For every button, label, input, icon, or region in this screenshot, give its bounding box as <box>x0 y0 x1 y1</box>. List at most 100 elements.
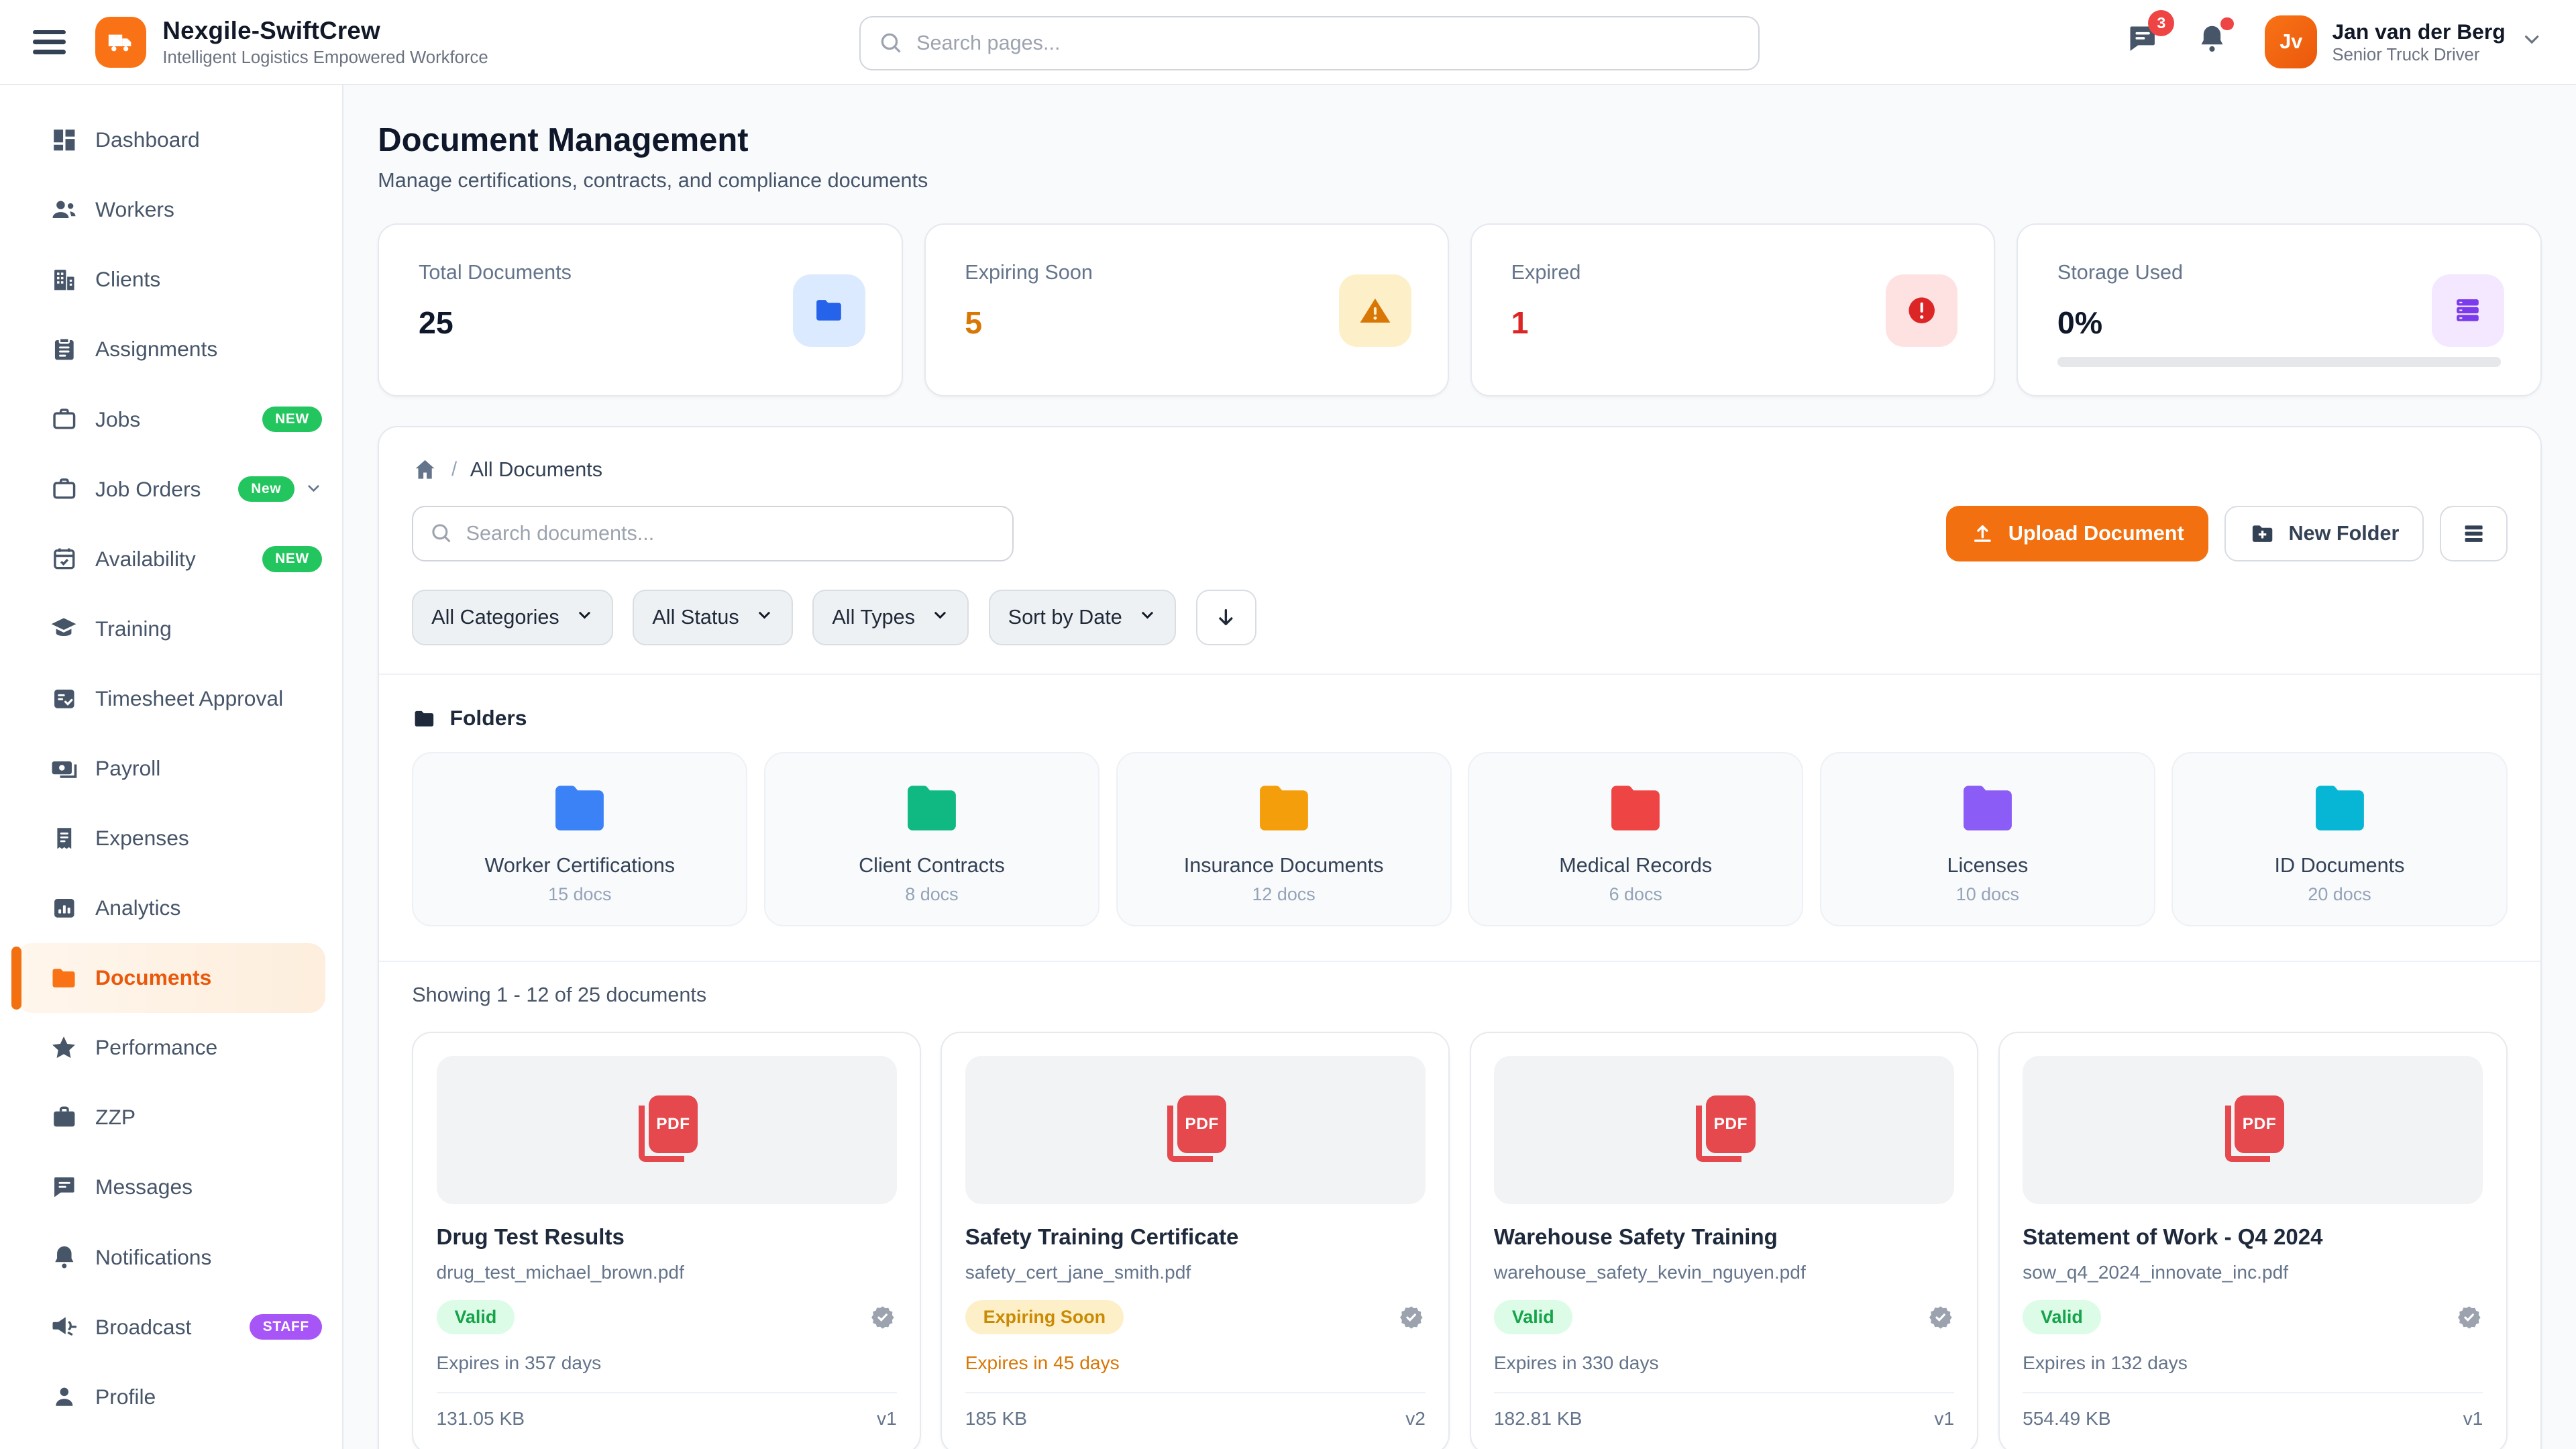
sidebar-item-notifications[interactable]: Notifications <box>0 1222 342 1292</box>
sidebar-item-analytics[interactable]: Analytics <box>0 873 342 943</box>
sidebar-item-label: Payroll <box>95 756 160 781</box>
sidebar-item-expenses[interactable]: Expenses <box>0 804 342 873</box>
folder-card-insurance-documents[interactable]: Insurance Documents 12 docs <box>1116 752 1452 926</box>
folder-name: Client Contracts <box>859 854 1005 877</box>
document-grid: PDF Drug Test Results drug_test_michael_… <box>412 1032 2507 1449</box>
folder-card-client-contracts[interactable]: Client Contracts 8 docs <box>764 752 1099 926</box>
sidebar-item-label: Workers <box>95 197 174 222</box>
filter-status-select[interactable]: All Status <box>633 590 793 645</box>
menu-toggle-button[interactable] <box>33 30 66 54</box>
breadcrumb: / All Documents <box>379 427 2540 483</box>
file-size: 131.05 KB <box>437 1408 525 1430</box>
sidebar-item-documents[interactable]: Documents <box>16 943 325 1013</box>
folder-icon <box>547 773 612 839</box>
breadcrumb-separator: / <box>451 458 457 481</box>
performance-icon <box>49 1033 78 1063</box>
stats-row: Total Documents 25 Expiring Soon 5 Expir… <box>378 223 2541 396</box>
folder-count: 6 docs <box>1609 884 1662 905</box>
document-thumbnail: PDF <box>2023 1056 2483 1203</box>
user-role: Senior Truck Driver <box>2332 46 2505 65</box>
document-card[interactable]: PDF Safety Training Certificate safety_c… <box>941 1032 1450 1449</box>
status-badge: Valid <box>2023 1300 2101 1334</box>
zzp-icon <box>49 1103 78 1132</box>
storage-icon <box>2432 274 2504 347</box>
document-card[interactable]: PDF Warehouse Safety Training warehouse_… <box>1470 1032 1979 1449</box>
upload-document-button[interactable]: Upload Document <box>1946 506 2208 561</box>
sidebar-item-label: Timesheet Approval <box>95 686 283 711</box>
folder-count: 10 docs <box>1956 884 2019 905</box>
sidebar-item-performance[interactable]: Performance <box>0 1013 342 1083</box>
folder-card-worker-certifications[interactable]: Worker Certifications 15 docs <box>412 752 747 926</box>
pdf-icon: PDF <box>1159 1095 1232 1165</box>
documents-section: Showing 1 - 12 of 25 documents PDF Drug … <box>379 962 2540 1449</box>
folder-card-licenses[interactable]: Licenses 10 docs <box>1820 752 2155 926</box>
sidebar-item-messages[interactable]: Messages <box>0 1152 342 1222</box>
sidebar-item-timesheet-approval[interactable]: Timesheet Approval <box>0 663 342 733</box>
sidebar-item-label: Analytics <box>95 896 180 920</box>
global-search-input[interactable] <box>859 16 1760 70</box>
document-search <box>412 506 1013 561</box>
warning-icon <box>1339 274 1411 347</box>
new-badge: NEW <box>262 407 323 433</box>
folder-grid: Worker Certifications 15 docs Client Con… <box>412 752 2507 926</box>
messages-button[interactable]: 3 <box>2125 21 2159 62</box>
list-view-toggle-button[interactable] <box>2440 506 2507 561</box>
showing-count: Showing 1 - 12 of 25 documents <box>412 983 2507 1007</box>
folder-name: Worker Certifications <box>485 854 676 877</box>
sidebar-item-dashboard[interactable]: Dashboard <box>0 105 342 175</box>
sidebar-item-broadcast[interactable]: Broadcast STAFF <box>0 1292 342 1362</box>
document-search-input[interactable] <box>412 506 1013 561</box>
sidebar-item-clients[interactable]: Clients <box>0 245 342 315</box>
sidebar-item-payroll[interactable]: Payroll <box>0 733 342 803</box>
user-menu[interactable]: Jv Jan van der Berg Senior Truck Driver <box>2265 15 2543 68</box>
main-content: Document Management Manage certification… <box>343 85 2576 1449</box>
document-card[interactable]: PDF Statement of Work - Q4 2024 sow_q4_2… <box>1998 1032 2508 1449</box>
sidebar-item-zzp[interactable]: ZZP <box>0 1083 342 1152</box>
document-thumbnail: PDF <box>437 1056 897 1203</box>
status-badge: Valid <box>437 1300 515 1334</box>
sidebar-item-assignments[interactable]: Assignments <box>0 315 342 384</box>
home-icon[interactable] <box>412 457 438 483</box>
search-icon <box>429 521 453 552</box>
breadcrumb-current: All Documents <box>470 458 602 482</box>
user-name: Jan van der Berg <box>2332 19 2505 44</box>
file-size: 185 KB <box>965 1408 1027 1430</box>
notifications-button[interactable] <box>2196 22 2229 62</box>
filter-categories-select[interactable]: All Categories <box>412 590 613 645</box>
sidebar-item-availability[interactable]: Availability NEW <box>0 524 342 594</box>
new-badge: New <box>238 476 294 502</box>
stat-storage-used: Storage Used 0% <box>2017 223 2541 396</box>
brand: Nexgile-SwiftCrew Intelligent Logistics … <box>95 17 488 68</box>
notification-dot <box>2220 17 2234 31</box>
sidebar-item-training[interactable]: Training <box>0 594 342 663</box>
sidebar-item-jobs[interactable]: Jobs NEW <box>0 384 342 454</box>
stat-label: Total Documents <box>419 261 862 284</box>
pdf-icon: PDF <box>1688 1095 1760 1165</box>
sidebar-item-job-orders[interactable]: Job Orders New <box>0 454 342 524</box>
folder-card-medical-records[interactable]: Medical Records 6 docs <box>1468 752 1803 926</box>
folder-card-id-documents[interactable]: ID Documents 20 docs <box>2171 752 2507 926</box>
new-folder-button[interactable]: New Folder <box>2224 506 2423 561</box>
stat-label: Expired <box>1511 261 1955 284</box>
filter-types-select[interactable]: All Types <box>812 590 969 645</box>
workers-icon <box>49 195 78 225</box>
broadcast-icon <box>49 1312 78 1342</box>
sort-direction-button[interactable] <box>1196 590 1257 645</box>
chevron-down-icon <box>2520 28 2543 57</box>
folder-plus-icon <box>2249 521 2275 547</box>
sort-by-select[interactable]: Sort by Date <box>989 590 1176 645</box>
sidebar-item-workers[interactable]: Workers <box>0 175 342 245</box>
folder-icon <box>2307 773 2373 839</box>
folder-count: 12 docs <box>1252 884 1315 905</box>
pdf-icon: PDF <box>631 1095 703 1165</box>
timesheet-icon <box>49 684 78 713</box>
arrow-down-icon <box>1214 605 1238 630</box>
sidebar-item-profile[interactable]: Profile <box>0 1362 342 1432</box>
expiry-text: Expires in 330 days <box>1494 1352 1954 1374</box>
document-thumbnail: PDF <box>965 1056 1426 1203</box>
folder-name: Medical Records <box>1559 854 1712 877</box>
sidebar-item-label: Assignments <box>95 337 217 362</box>
dashboard-icon <box>49 125 78 155</box>
sidebar-item-label: ZZP <box>95 1105 136 1130</box>
document-card[interactable]: PDF Drug Test Results drug_test_michael_… <box>412 1032 921 1449</box>
